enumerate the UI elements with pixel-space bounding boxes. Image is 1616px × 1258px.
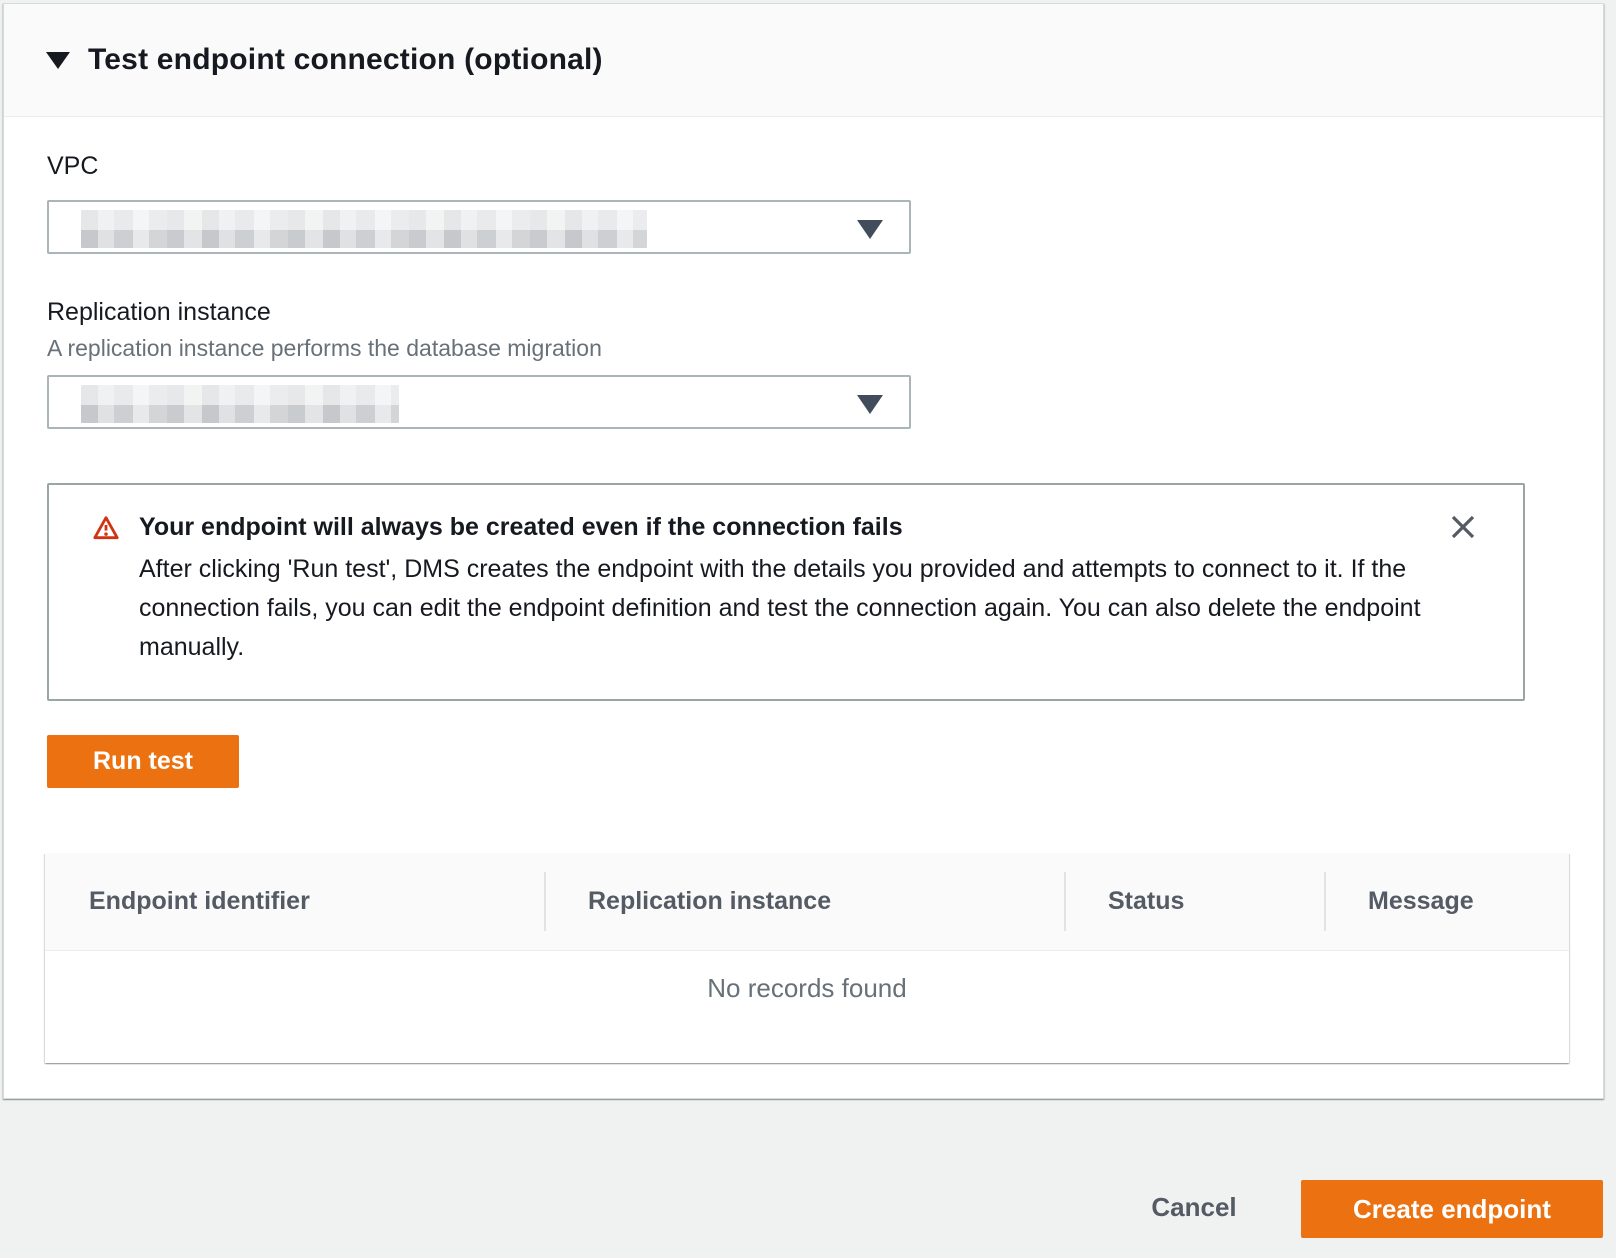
section-header-toggle[interactable]: Test endpoint connection (optional) bbox=[4, 4, 1603, 117]
warning-triangle-icon bbox=[91, 514, 121, 542]
test-results-table: Endpoint identifier Replication instance… bbox=[45, 853, 1569, 1063]
chevron-down-icon bbox=[857, 395, 883, 414]
cancel-button[interactable]: Cancel bbox=[1148, 1192, 1240, 1223]
collapse-caret-icon bbox=[46, 52, 70, 69]
column-header-replication-instance[interactable]: Replication instance bbox=[544, 853, 1064, 950]
test-endpoint-connection-card: Test endpoint connection (optional) VPC … bbox=[3, 3, 1604, 1099]
vpc-label: VPC bbox=[47, 152, 98, 181]
close-icon[interactable] bbox=[1447, 511, 1479, 543]
table-header-row: Endpoint identifier Replication instance… bbox=[45, 853, 1569, 951]
warning-title: Your endpoint will always be created eve… bbox=[139, 513, 903, 542]
vpc-selected-value-redacted bbox=[81, 210, 647, 248]
column-header-message[interactable]: Message bbox=[1324, 853, 1569, 950]
warning-body: After clicking 'Run test', DMS creates t… bbox=[139, 550, 1439, 667]
chevron-down-icon bbox=[857, 220, 883, 239]
section-title: Test endpoint connection (optional) bbox=[88, 43, 603, 77]
dms-create-endpoint-page: Test endpoint connection (optional) VPC … bbox=[0, 0, 1616, 1258]
replication-instance-description: A replication instance performs the data… bbox=[47, 335, 602, 362]
replication-instance-selected-value-redacted bbox=[81, 385, 399, 423]
run-test-button[interactable]: Run test bbox=[47, 735, 239, 788]
vpc-select[interactable] bbox=[47, 200, 911, 254]
column-header-status[interactable]: Status bbox=[1064, 853, 1324, 950]
replication-instance-label: Replication instance bbox=[47, 298, 271, 327]
replication-instance-select[interactable] bbox=[47, 375, 911, 429]
table-empty-state: No records found bbox=[45, 951, 1569, 1062]
warning-alert: Your endpoint will always be created eve… bbox=[47, 483, 1525, 701]
create-endpoint-button[interactable]: Create endpoint bbox=[1301, 1180, 1603, 1238]
column-header-endpoint-identifier[interactable]: Endpoint identifier bbox=[45, 853, 544, 950]
